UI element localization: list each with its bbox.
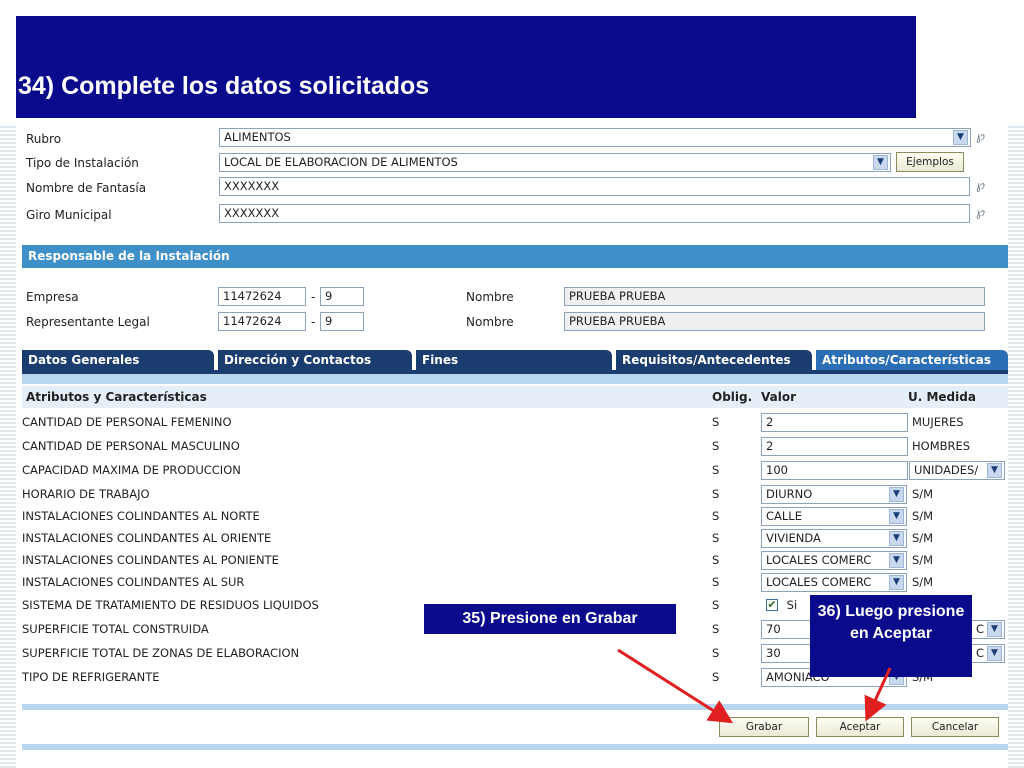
arrow-to-aceptar: [864, 667, 892, 722]
arrow-to-grabar: [617, 648, 734, 724]
annotation-arrows: [617, 648, 892, 724]
